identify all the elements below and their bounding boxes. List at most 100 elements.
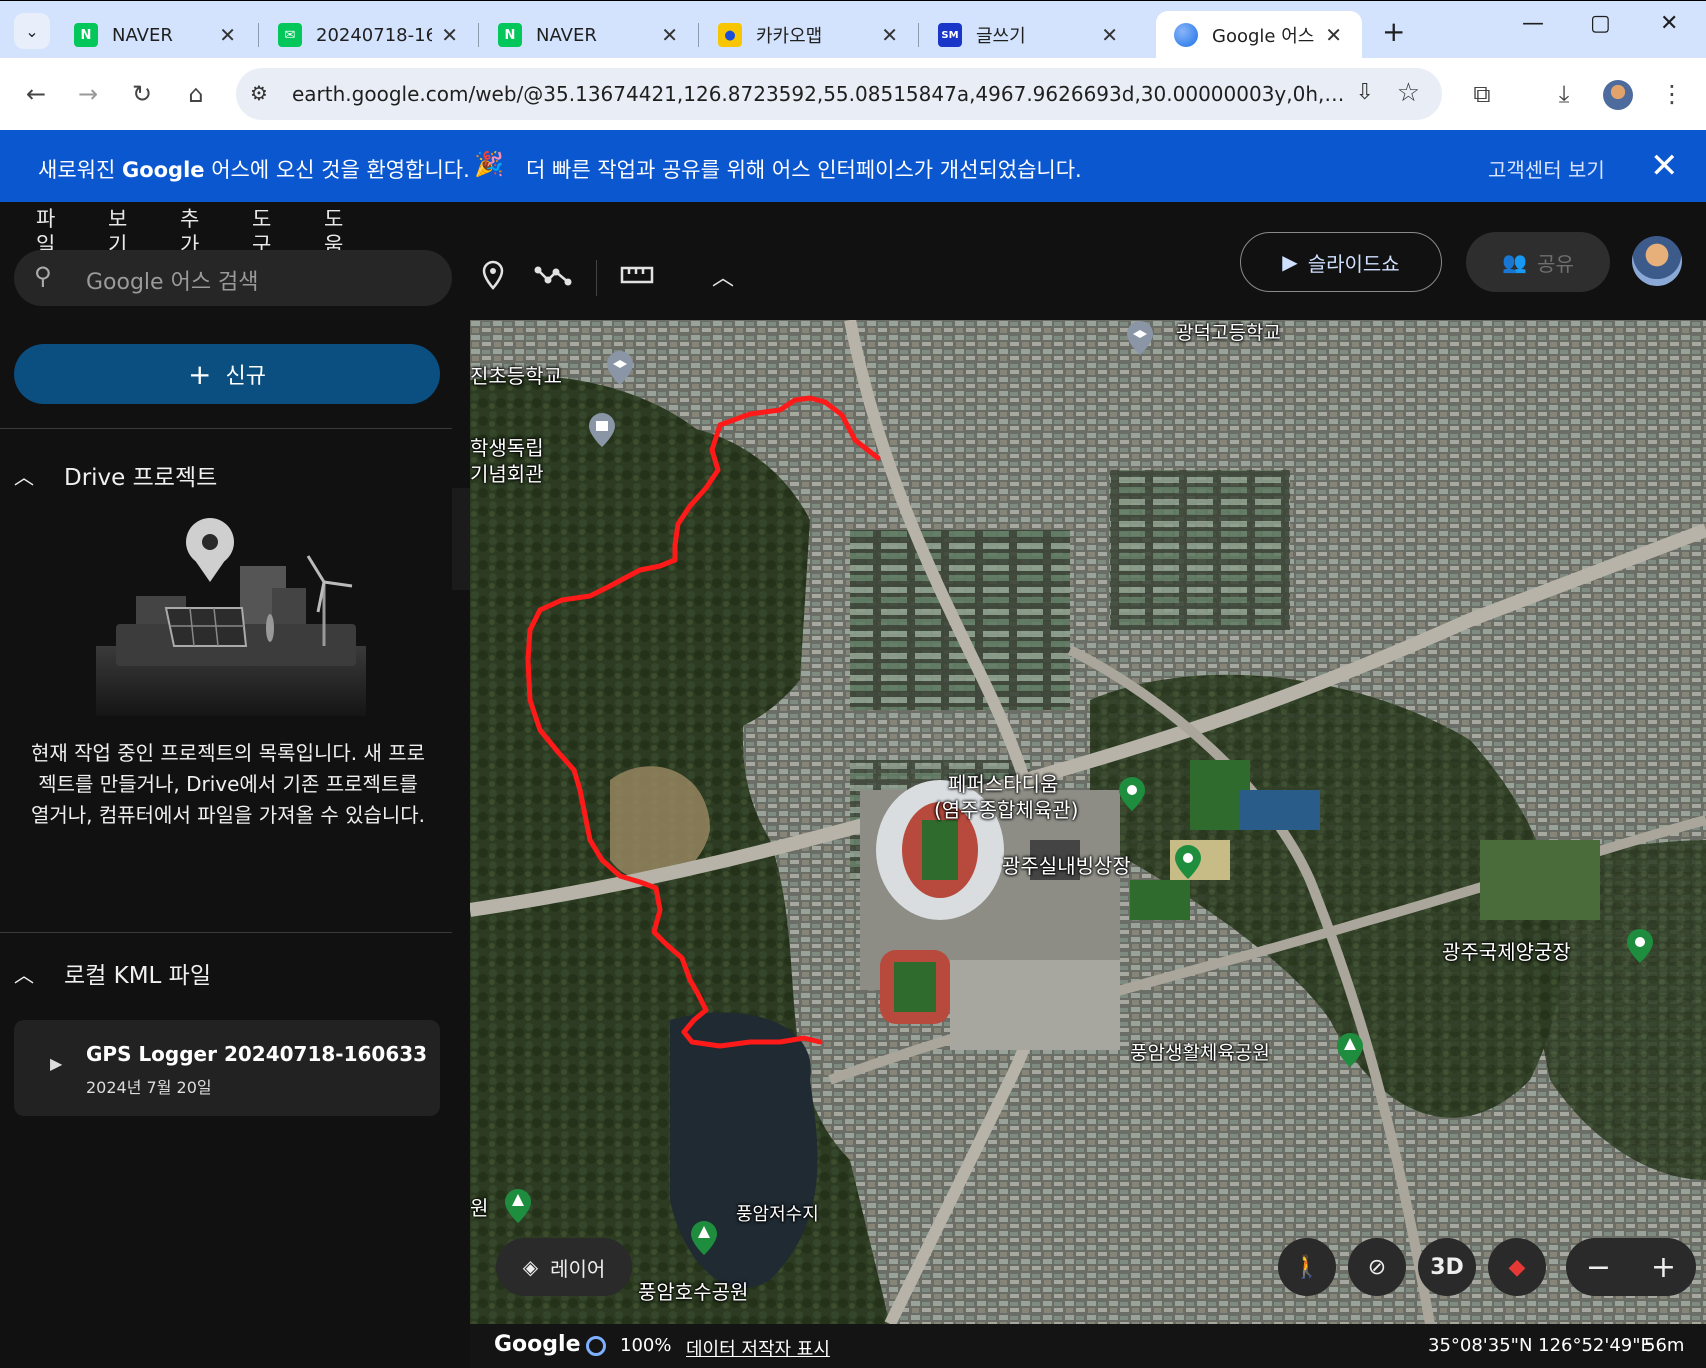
data-attribution-link[interactable]: 데이터 저작자 표시 bbox=[686, 1335, 830, 1361]
banner-close-icon[interactable]: ✕ bbox=[1650, 146, 1679, 186]
tab-mail[interactable]: ✉ 20240718-160 ✕ bbox=[260, 11, 478, 59]
layers-button[interactable]: ◈ 레이어 bbox=[496, 1238, 632, 1296]
park-pin-icon[interactable] bbox=[690, 1220, 718, 1256]
path-icon[interactable] bbox=[534, 260, 572, 296]
tab-write[interactable]: SM 글쓰기 ✕ bbox=[920, 11, 1138, 59]
welcome-banner: 새로워진 Google 어스에 오신 것을 환영합니다. 🎉 더 빠른 작업과 … bbox=[0, 130, 1706, 202]
label-reservoir[interactable]: 풍암저수지 bbox=[736, 1200, 819, 1226]
3d-toggle-button[interactable]: 3D bbox=[1418, 1238, 1476, 1296]
label-school-left[interactable]: 진초등학교 bbox=[470, 360, 562, 389]
extensions-icon[interactable]: ⧉ bbox=[1464, 76, 1500, 112]
download-icon[interactable]: ⤓ bbox=[1546, 76, 1582, 112]
slideshow-label: 슬라이드쇼 bbox=[1307, 251, 1400, 276]
forward-icon[interactable]: → bbox=[70, 76, 106, 112]
menu-view[interactable]: 보기 bbox=[108, 206, 132, 256]
label-archery[interactable]: 광주국제양궁장 bbox=[1442, 936, 1571, 965]
stadium-pin-icon[interactable] bbox=[1118, 776, 1146, 812]
tab-google-earth[interactable]: Google 어스 ✕ bbox=[1156, 11, 1362, 59]
map-pin-icon: ● bbox=[718, 23, 742, 47]
tab-naver-2[interactable]: N NAVER ✕ bbox=[480, 11, 698, 59]
search-box[interactable]: ⚲ Google 어스 검색 bbox=[14, 250, 452, 306]
avatar[interactable] bbox=[1632, 236, 1682, 286]
tab-title: 글쓰기 bbox=[976, 26, 1026, 47]
share-button[interactable]: 👥 공유 bbox=[1466, 232, 1610, 292]
chevron-up-icon: ︿ bbox=[14, 962, 34, 987]
school-pin-icon[interactable] bbox=[606, 350, 634, 386]
label-memorial-line1[interactable]: 학생독립 bbox=[470, 432, 544, 461]
drive-section-header[interactable]: ︿ Drive 프로젝트 bbox=[14, 458, 217, 492]
install-app-icon[interactable]: ⇩ bbox=[1356, 80, 1374, 105]
park-pin-icon[interactable] bbox=[504, 1188, 532, 1224]
slideshow-button[interactable]: ▶ 슬라이드쇼 bbox=[1240, 232, 1442, 292]
google-earth-icon bbox=[1174, 23, 1198, 47]
new-tab-button[interactable]: + bbox=[1382, 15, 1405, 48]
label-ice-rink[interactable]: 광주실내빙상장 bbox=[1002, 850, 1131, 879]
compass-icon[interactable]: ◆ bbox=[1488, 1238, 1546, 1296]
label-park-left[interactable]: 원 bbox=[470, 1192, 488, 1221]
maximize-icon[interactable]: ▢ bbox=[1590, 11, 1611, 36]
label-memorial-line2[interactable]: 기념회관 bbox=[470, 458, 544, 487]
zoom-in-button[interactable]: + bbox=[1651, 1250, 1676, 1285]
kml-file-item[interactable]: ▶ GPS Logger 20240718-160633 2024년 7월 20… bbox=[14, 1020, 440, 1116]
tab-naver-1[interactable]: N NAVER ✕ bbox=[56, 11, 256, 59]
window-close-icon[interactable]: ✕ bbox=[1660, 11, 1678, 36]
menu-tools[interactable]: 도구 bbox=[252, 206, 276, 256]
loading-progress-icon bbox=[586, 1336, 606, 1356]
map-scale: 56m bbox=[1644, 1335, 1685, 1356]
projects-illustration bbox=[96, 518, 366, 716]
browser-toolbar: ← → ↻ ⌂ ⚙ earth.google.com/web/@35.13674… bbox=[0, 58, 1706, 130]
park-pin-icon[interactable] bbox=[1336, 1032, 1364, 1068]
chevron-up-icon[interactable]: ︿ bbox=[712, 260, 734, 292]
google-logo: Google bbox=[494, 1332, 581, 1357]
search-placeholder[interactable]: Google 어스 검색 bbox=[86, 264, 259, 296]
mail-icon: ✉ bbox=[278, 23, 302, 47]
pegman-icon[interactable]: 🚶 bbox=[1278, 1238, 1336, 1296]
back-icon[interactable]: ← bbox=[18, 76, 54, 112]
site-settings-icon[interactable]: ⚙ bbox=[250, 81, 268, 105]
close-icon[interactable]: ✕ bbox=[661, 23, 678, 47]
school-pin-icon[interactable] bbox=[1126, 320, 1154, 356]
close-icon[interactable]: ✕ bbox=[219, 23, 236, 47]
label-stadium-line1[interactable]: 페퍼스타디움 bbox=[948, 768, 1058, 797]
load-progress: 100% bbox=[620, 1335, 672, 1356]
minimize-icon[interactable]: — bbox=[1522, 11, 1544, 36]
more-menu-icon[interactable]: ⋮ bbox=[1654, 76, 1690, 112]
menu-file[interactable]: 파일 bbox=[36, 206, 60, 256]
label-sports-park[interactable]: 풍암생활체육공원 bbox=[1130, 1038, 1270, 1065]
label-stadium-line2[interactable]: (염주종합체육관) bbox=[934, 794, 1078, 823]
kml-section-header[interactable]: ︿ 로컬 KML 파일 bbox=[14, 956, 211, 990]
layers-label: 레이어 bbox=[550, 1256, 606, 1281]
url-text[interactable]: earth.google.com/web/@35.13674421,126.87… bbox=[292, 82, 1352, 106]
reload-icon[interactable]: ↻ bbox=[124, 76, 160, 112]
placemark-icon[interactable] bbox=[480, 260, 506, 296]
layers-icon: ◈ bbox=[522, 1255, 539, 1279]
home-icon[interactable]: ⌂ bbox=[178, 76, 214, 112]
earth-app-bar: 파일 보기 추가 도구 도움 ⚲ Google 어스 검색 ︿ ▶ 슬라이드쇼 … bbox=[0, 202, 1706, 320]
museum-pin-icon[interactable] bbox=[588, 412, 616, 448]
close-icon[interactable]: ✕ bbox=[441, 23, 458, 47]
share-label: 공유 bbox=[1537, 251, 1574, 276]
menu-help[interactable]: 도움 bbox=[324, 206, 348, 256]
tab-kakaomap[interactable]: ● 카카오맵 ✕ bbox=[700, 11, 918, 59]
ice-rink-pin-icon[interactable] bbox=[1174, 844, 1202, 880]
browser-profile-avatar[interactable] bbox=[1603, 80, 1633, 110]
address-bar[interactable]: ⚙ earth.google.com/web/@35.13674421,126.… bbox=[236, 68, 1442, 120]
drive-section-title: Drive 프로젝트 bbox=[64, 465, 218, 491]
archery-pin-icon[interactable] bbox=[1626, 928, 1654, 964]
bookmark-star-icon[interactable]: ☆ bbox=[1397, 78, 1420, 108]
zoom-out-button[interactable]: − bbox=[1586, 1250, 1611, 1285]
close-icon[interactable]: ✕ bbox=[1101, 23, 1118, 47]
label-gwangdeok-high[interactable]: 광덕고등학교 bbox=[1176, 320, 1281, 345]
location-off-icon[interactable]: ⊘ bbox=[1348, 1238, 1406, 1296]
help-center-link[interactable]: 고객센터 보기 bbox=[1488, 154, 1605, 183]
menu-add[interactable]: 추가 bbox=[180, 206, 204, 256]
ruler-icon[interactable] bbox=[620, 260, 654, 296]
new-project-button[interactable]: + 신규 bbox=[14, 344, 440, 404]
gps-track bbox=[525, 395, 881, 1049]
close-icon[interactable]: ✕ bbox=[1325, 23, 1342, 47]
label-lake-park[interactable]: 풍암호수공원 bbox=[638, 1276, 748, 1305]
earth-map[interactable]: 광덕고등학교 진초등학교 학생독립 기념회관 페퍼스타디움 (염주종합체육관) … bbox=[470, 320, 1706, 1324]
tab-search-dropdown[interactable]: ⌄ bbox=[14, 13, 50, 49]
close-icon[interactable]: ✕ bbox=[881, 23, 898, 47]
expand-arrow-icon[interactable]: ▶ bbox=[50, 1054, 62, 1073]
